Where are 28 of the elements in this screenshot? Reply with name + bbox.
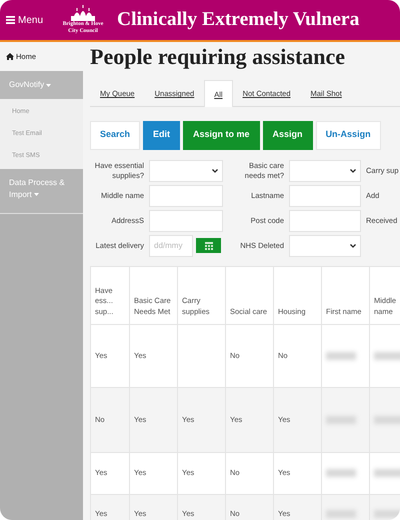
text-field[interactable]	[289, 210, 361, 232]
text-field[interactable]	[149, 184, 223, 207]
dropdown-field[interactable]	[149, 160, 223, 182]
calendar-button[interactable]	[196, 238, 221, 254]
action-button[interactable]: Edit	[143, 120, 180, 150]
chevron-down-icon	[350, 168, 356, 173]
redacted-text	[326, 416, 356, 424]
dropdown-field[interactable]	[289, 234, 361, 257]
redacted-text	[326, 469, 356, 478]
text-field[interactable]	[149, 210, 223, 232]
home-icon	[6, 53, 14, 60]
action-button[interactable]: Assign to me	[183, 120, 260, 150]
redacted-text	[326, 352, 356, 360]
chevron-down-icon	[212, 168, 218, 173]
menu-icon	[6, 16, 15, 24]
menu-button[interactable]: Menu	[6, 12, 44, 28]
caret-down-icon	[34, 192, 39, 196]
caret-down-icon	[46, 84, 52, 87]
action-button[interactable]: Assign	[262, 120, 313, 150]
dropdown-field[interactable]	[289, 160, 361, 182]
calendar-icon	[204, 242, 212, 250]
app-title: Clinically Extremely Vulnera	[117, 8, 360, 32]
text-field[interactable]	[289, 184, 361, 207]
date-field[interactable]: dd/mmy	[149, 234, 193, 257]
chevron-down-icon	[350, 244, 356, 248]
page-title: People requiring assistance	[90, 44, 346, 70]
action-button[interactable]: Search	[90, 120, 140, 150]
action-button[interactable]: Un-Assign	[316, 120, 381, 150]
